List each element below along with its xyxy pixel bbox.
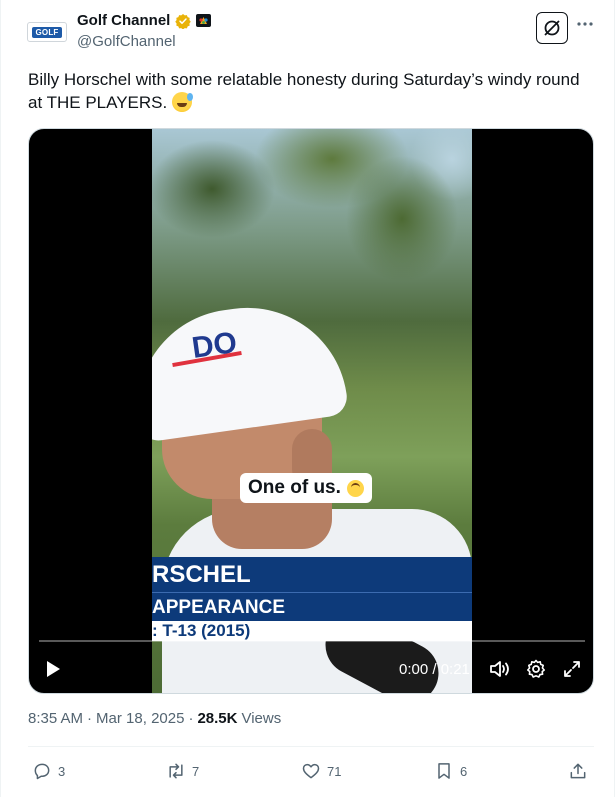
play-icon: [47, 661, 60, 677]
bookmark-icon: [438, 763, 450, 779]
repost-count: 7: [192, 763, 200, 779]
play-button[interactable]: [43, 657, 63, 681]
meta-separator: ·: [87, 710, 93, 727]
gear-icon: [527, 659, 545, 678]
heart-icon: [302, 763, 320, 779]
views-label: Views: [241, 710, 282, 727]
tweet-text: Billy Horschel with some relatable hones…: [28, 68, 588, 114]
bookmark-count: 6: [460, 763, 468, 779]
volume-icon: [490, 661, 509, 677]
cap-logo-text: DO: [189, 326, 240, 365]
tweet-card: GOLF Golf Channel @GolfChannel Billy Hor…: [0, 0, 615, 797]
upside-down-face-emoji-icon: [346, 479, 364, 497]
grok-icon: [544, 20, 560, 36]
author-name-row: Golf Channel: [77, 12, 212, 29]
fullscreen-button[interactable]: [561, 657, 583, 681]
author-handle[interactable]: @GolfChannel: [77, 33, 176, 50]
lower-third-line3: : T-13 (2015): [152, 621, 251, 640]
golf-channel-logo: GOLF: [32, 26, 62, 38]
video-caption: One of us.: [240, 473, 372, 503]
repost-button[interactable]: 7: [166, 758, 199, 784]
sweat-smile-emoji-icon: [171, 92, 193, 112]
tweet-meta: 8:35 AM · Mar 18, 2025 · 28.5K Views: [28, 710, 281, 727]
bookmark-button[interactable]: 6: [434, 758, 467, 784]
share-button[interactable]: [568, 758, 588, 784]
views-count[interactable]: 28.5K: [197, 710, 237, 727]
tweet-time[interactable]: 8:35 AM: [28, 710, 83, 727]
more-options-icon[interactable]: [575, 14, 595, 34]
video-time: 0:00 / 0:21: [399, 660, 470, 678]
lower-third-line2: APPEARANCE: [152, 597, 286, 618]
lower-third-name: RSCHEL: [152, 561, 251, 588]
settings-button[interactable]: [525, 657, 547, 681]
tweet-actions: 3 7 71 6: [28, 758, 594, 784]
volume-button[interactable]: [489, 657, 511, 681]
video-player[interactable]: DO One of us. RSCHEL APPEARANCE : T-13 (…: [28, 128, 594, 694]
verified-badge-icon[interactable]: [175, 13, 192, 29]
video-progress-bar[interactable]: [39, 640, 585, 642]
reply-icon: [34, 763, 50, 780]
reply-button[interactable]: 3: [32, 758, 65, 784]
tweet-date[interactable]: Mar 18, 2025: [96, 710, 184, 727]
video-frame[interactable]: DO One of us. RSCHEL APPEARANCE : T-13 (…: [152, 129, 472, 693]
like-count: 71: [327, 763, 342, 779]
expand-icon: [564, 661, 580, 677]
video-caption-text: One of us.: [248, 477, 341, 498]
meta-separator-2: ·: [188, 710, 194, 727]
author-avatar[interactable]: GOLF: [27, 22, 67, 42]
grok-button[interactable]: [536, 12, 568, 44]
like-button[interactable]: 71: [301, 758, 341, 784]
share-icon: [570, 763, 586, 779]
reply-count: 3: [58, 763, 66, 779]
tweet-body: Billy Horschel with some relatable hones…: [28, 70, 580, 112]
divider: [28, 746, 594, 747]
affiliate-badge-icon[interactable]: [196, 14, 212, 27]
author-display-name[interactable]: Golf Channel: [77, 12, 170, 29]
repost-icon: [169, 763, 183, 779]
lower-third-graphic: RSCHEL APPEARANCE : T-13 (2015): [152, 557, 472, 641]
